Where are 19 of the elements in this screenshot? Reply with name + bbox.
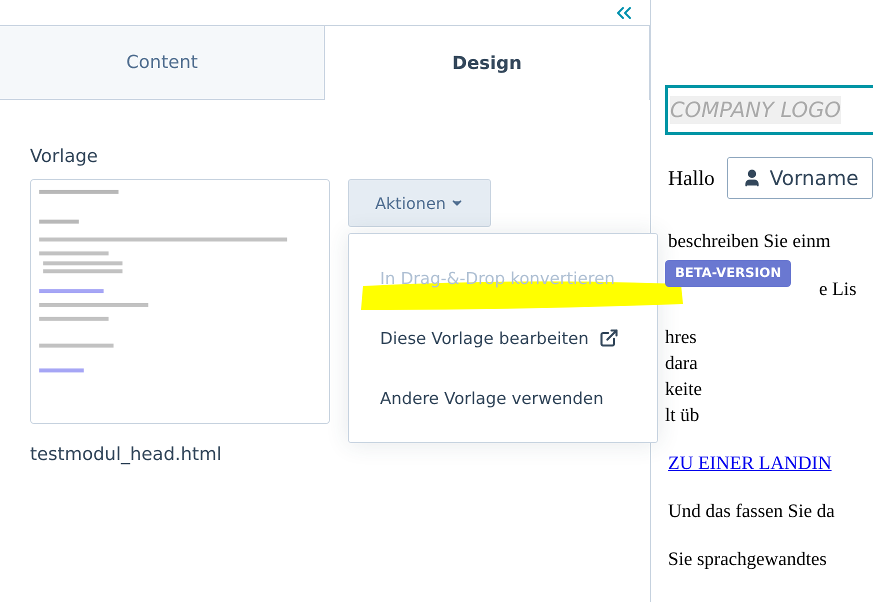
body-text: Sie sprachgewandtes <box>668 548 828 572</box>
menu-item[interactable]: Andere Vorlage verwenden <box>349 368 657 428</box>
tab[interactable]: Content <box>0 26 325 100</box>
greeting-text: Hallo <box>668 166 715 190</box>
body-text: beschreiben Sie einm <box>668 230 832 254</box>
beta-badge: BETA-VERSION <box>665 260 792 287</box>
body-text: Und das fassen Sie da <box>668 500 836 524</box>
body-text: hres <box>665 326 698 350</box>
menu-item[interactable]: Diese Vorlage bearbeiten <box>349 308 657 368</box>
section-title: Vorlage <box>30 146 99 167</box>
actions-button[interactable]: Aktionen <box>348 179 491 227</box>
template-filename: testmodul_head.html <box>30 444 223 465</box>
body-text: keite <box>665 378 703 402</box>
landing-page-link[interactable]: ZU EINER LANDIN <box>668 451 832 477</box>
body-text: lt üb <box>665 404 700 428</box>
body-text: e Lis <box>819 278 858 302</box>
body-text: dara <box>665 352 699 376</box>
logo-placeholder: COMPANY LOGO <box>670 96 841 124</box>
name-token[interactable]: Vorname <box>726 157 873 199</box>
